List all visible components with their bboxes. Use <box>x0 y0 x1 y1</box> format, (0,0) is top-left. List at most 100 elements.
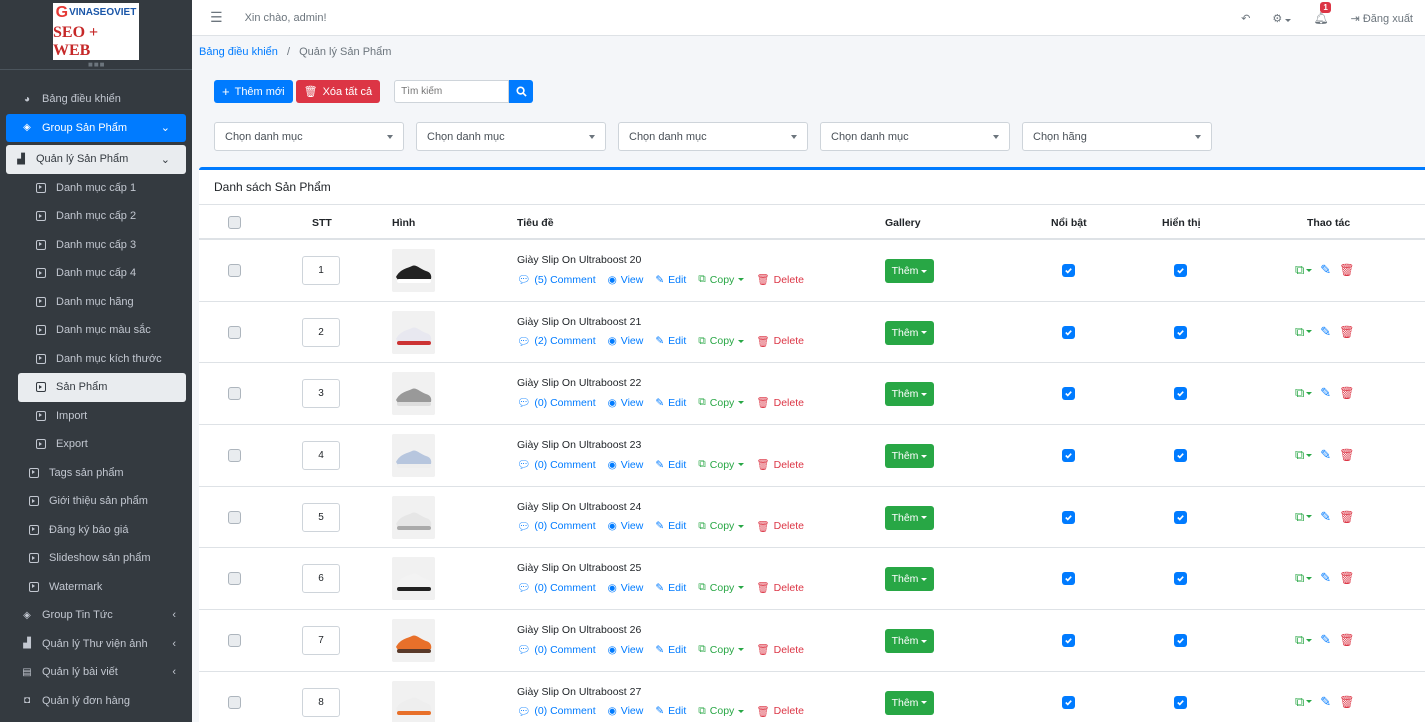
comment-link[interactable]: 💬︎ (2) Comment <box>517 335 596 348</box>
delete-link[interactable]: 🗑︎ Delete <box>756 705 804 718</box>
delete-button[interactable]: 🗑︎ <box>1339 448 1354 462</box>
edit-link[interactable]: ✎ Edit <box>655 459 686 471</box>
view-link[interactable]: ◉ View <box>608 335 644 347</box>
notifications[interactable]: 🔔︎ 1 <box>1313 2 1331 25</box>
sidebar-item-category-4[interactable]: Danh mục cấp 4 <box>0 259 192 288</box>
copy-dropdown[interactable]: ⧉ <box>1295 385 1313 401</box>
edit-button[interactable]: ✎ <box>1320 385 1331 401</box>
sidebar-item-export[interactable]: Export <box>0 430 192 459</box>
row-checkbox[interactable] <box>228 449 241 463</box>
row-checkbox[interactable] <box>228 572 241 586</box>
copy-dropdown[interactable]: ⧉ <box>1295 570 1313 586</box>
view-link[interactable]: ◉ View <box>608 705 644 717</box>
sidebar-item-post-management[interactable]: ▤ Quản lý bài viết ‹ <box>0 658 192 687</box>
gallery-add-button[interactable]: Thêm <box>885 505 934 530</box>
edit-link[interactable]: ✎ Edit <box>655 644 686 656</box>
row-checkbox[interactable] <box>228 510 241 524</box>
sidebar-item-gallery-management[interactable]: ▟ Quản lý Thư viện ảnh ‹ <box>0 630 192 659</box>
view-link[interactable]: ◉ View <box>608 459 644 471</box>
edit-link[interactable]: ✎ Edit <box>655 520 686 532</box>
row-checkbox[interactable] <box>228 264 241 277</box>
edit-button[interactable]: ✎ <box>1320 632 1331 648</box>
delete-link[interactable]: 🗑︎ Delete <box>756 335 804 348</box>
edit-button[interactable]: ✎ <box>1320 447 1331 463</box>
edit-button[interactable]: ✎ <box>1320 694 1331 710</box>
delete-button[interactable]: 🗑︎ <box>1339 510 1354 524</box>
visible-checkbox[interactable] <box>1174 387 1187 401</box>
brand-select[interactable]: Chọn hãng <box>1022 122 1212 151</box>
sidebar-item-products[interactable]: Sản Phẩm <box>18 373 186 402</box>
copy-link[interactable]: ⧉ Copy <box>698 643 745 656</box>
view-link[interactable]: ◉ View <box>608 397 644 409</box>
featured-checkbox[interactable] <box>1062 634 1075 648</box>
copy-link[interactable]: ⧉ Copy <box>698 520 745 533</box>
delete-link[interactable]: 🗑︎ Delete <box>756 458 804 472</box>
delete-button[interactable]: 🗑︎ <box>1339 325 1354 339</box>
sidebar-item-color-category[interactable]: Danh mục màu sắc <box>0 316 192 345</box>
gallery-add-button[interactable]: Thêm <box>885 382 934 407</box>
gallery-add-button[interactable]: Thêm <box>885 320 934 345</box>
gallery-add-button[interactable]: Thêm <box>885 259 934 283</box>
comment-link[interactable]: 💬︎ (5) Comment <box>517 273 596 287</box>
edit-link[interactable]: ✎ Edit <box>655 335 686 347</box>
view-link[interactable]: ◉ View <box>608 644 644 656</box>
copy-dropdown[interactable]: ⧉ <box>1295 694 1313 710</box>
copy-link[interactable]: ⧉ Copy <box>698 458 745 471</box>
row-checkbox[interactable] <box>228 695 241 709</box>
brand[interactable]: G VINASEOVIET SEO + WEB ■■■ <box>0 0 192 70</box>
copy-link[interactable]: ⧉ Copy <box>698 705 745 718</box>
edit-button[interactable]: ✎ <box>1320 324 1331 340</box>
visible-checkbox[interactable] <box>1174 634 1187 648</box>
gallery-add-button[interactable]: Thêm <box>885 567 934 592</box>
sidebar-item-quote-requests[interactable]: Đăng ký báo giá <box>0 516 192 545</box>
delete-button[interactable]: 🗑︎ <box>1339 695 1354 709</box>
delete-button[interactable]: 🗑︎ <box>1339 386 1354 400</box>
undo-icon[interactable]: ↶ <box>1241 12 1250 25</box>
copy-dropdown[interactable]: ⧉ <box>1295 324 1313 340</box>
select-all-checkbox[interactable] <box>228 216 241 229</box>
visible-checkbox[interactable] <box>1174 695 1187 709</box>
copy-dropdown[interactable]: ⧉ <box>1295 262 1313 278</box>
sidebar-item-category-3[interactable]: Danh mục cấp 3 <box>0 231 192 260</box>
copy-dropdown[interactable]: ⧉ <box>1295 632 1313 648</box>
row-checkbox[interactable] <box>228 325 241 339</box>
row-checkbox[interactable] <box>228 634 241 648</box>
delete-link[interactable]: 🗑︎ Delete <box>756 520 804 533</box>
comment-link[interactable]: 💬︎ (0) Comment <box>517 520 596 533</box>
sidebar-item-import[interactable]: Import <box>0 402 192 431</box>
stt-input[interactable]: 8 <box>302 687 340 717</box>
delete-link[interactable]: 🗑︎ Delete <box>756 643 804 657</box>
stt-input[interactable]: 7 <box>302 626 340 656</box>
visible-checkbox[interactable] <box>1174 572 1187 586</box>
sidebar-item-order-management[interactable]: ◘ Quản lý đơn hàng <box>0 687 192 716</box>
sidebar-item-category-2[interactable]: Danh mục cấp 2 <box>0 202 192 231</box>
visible-checkbox[interactable] <box>1174 510 1187 524</box>
delete-button[interactable]: 🗑︎ <box>1339 263 1354 277</box>
sidebar-item-dashboard[interactable]: ◕ Bảng điều khiển <box>0 85 192 114</box>
sidebar-item-size-category[interactable]: Danh mục kích thước <box>0 345 192 374</box>
featured-checkbox[interactable] <box>1062 572 1075 586</box>
edit-link[interactable]: ✎ Edit <box>655 705 686 717</box>
edit-link[interactable]: ✎ Edit <box>655 397 686 409</box>
view-link[interactable]: ◉ View <box>608 520 644 532</box>
copy-link[interactable]: ⧉ Copy <box>698 396 745 409</box>
copy-dropdown[interactable]: ⧉ <box>1295 447 1313 463</box>
view-link[interactable]: ◉ View <box>608 582 644 594</box>
featured-checkbox[interactable] <box>1062 387 1075 401</box>
settings-dropdown[interactable]: ⚙ <box>1272 12 1292 25</box>
edit-link[interactable]: ✎ Edit <box>655 582 686 594</box>
sidebar-item-watermark[interactable]: Watermark <box>0 573 192 602</box>
gallery-add-button[interactable]: Thêm <box>885 629 934 654</box>
delete-link[interactable]: 🗑︎ Delete <box>756 581 804 595</box>
copy-link[interactable]: ⧉ Copy <box>698 335 745 348</box>
visible-checkbox[interactable] <box>1174 264 1187 277</box>
comment-link[interactable]: 💬︎ (0) Comment <box>517 581 596 595</box>
featured-checkbox[interactable] <box>1062 449 1075 463</box>
comment-link[interactable]: 💬︎ (0) Comment <box>517 458 596 472</box>
sidebar-item-product-management[interactable]: ▟ Quản lý Sản Phẩm ⌄ <box>6 145 186 174</box>
view-link[interactable]: ◉ View <box>608 274 644 286</box>
comment-link[interactable]: 💬︎ (0) Comment <box>517 705 596 718</box>
edit-link[interactable]: ✎ Edit <box>655 274 686 286</box>
delete-link[interactable]: 🗑︎ Delete <box>756 273 804 287</box>
edit-button[interactable]: ✎ <box>1320 570 1331 586</box>
